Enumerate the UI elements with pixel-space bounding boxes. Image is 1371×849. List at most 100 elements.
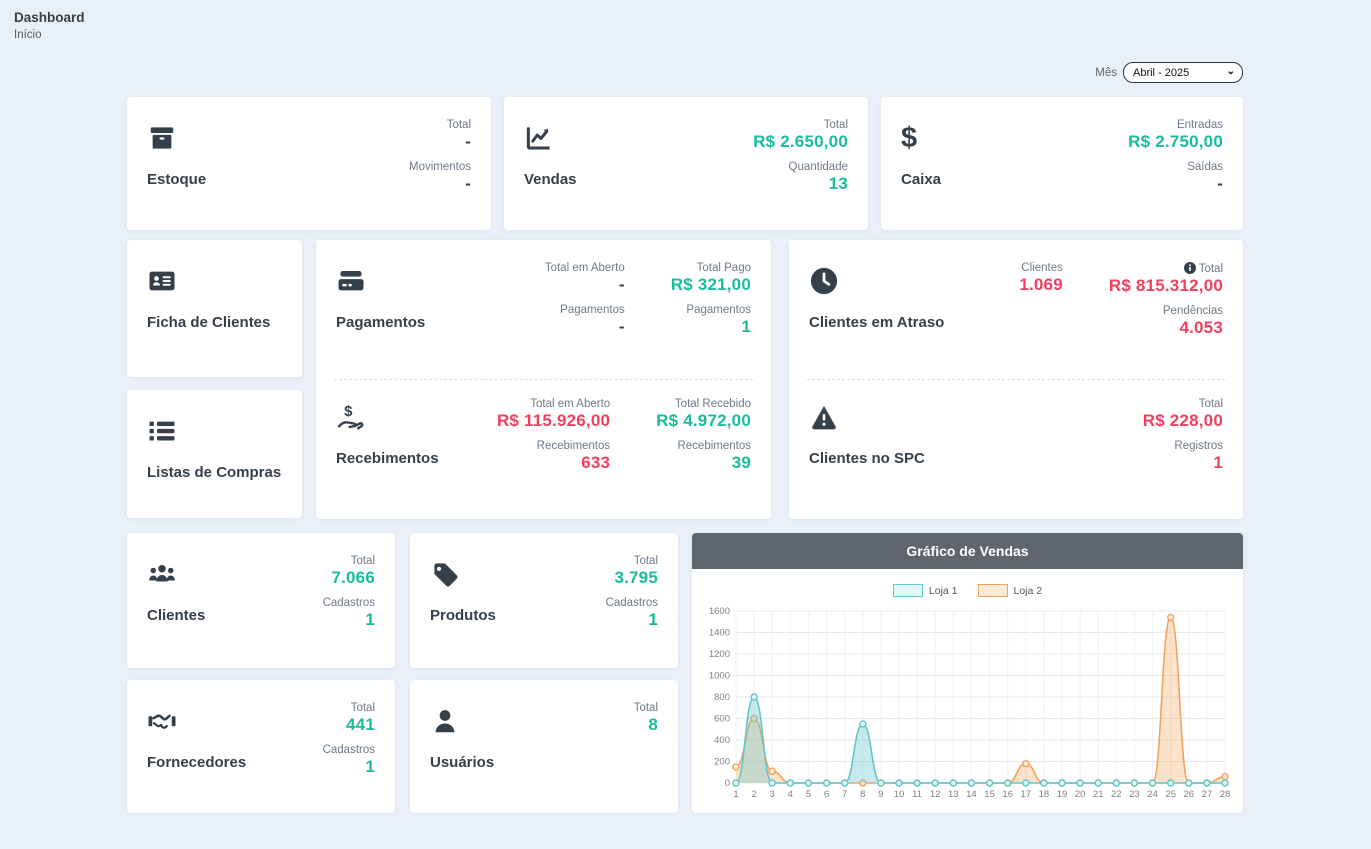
handshake-icon xyxy=(147,706,179,738)
svg-text:4: 4 xyxy=(788,789,793,800)
stat-estoque-total: Total - xyxy=(409,119,471,152)
chart-line-icon xyxy=(524,123,556,155)
box-icon xyxy=(147,123,179,155)
card-fornecedores[interactable]: Fornecedores Total 441 Cadastros 1 xyxy=(127,680,395,813)
stat-fornecedores-total: Total 441 xyxy=(323,702,375,735)
card-ficha-clientes[interactable]: Ficha de Clientes xyxy=(127,240,302,377)
svg-text:15: 15 xyxy=(984,789,995,800)
dollar-icon: $ xyxy=(901,123,933,155)
stat-spc-registros: Registros 1 xyxy=(1143,440,1223,473)
card-title: Vendas xyxy=(524,171,577,188)
card-produtos[interactable]: Produtos Total 3.795 Cadastros 1 xyxy=(410,533,678,668)
card-clientes[interactable]: Clientes Total 7.066 Cadastros 1 xyxy=(127,533,395,668)
card-title: Clientes xyxy=(147,607,205,624)
info-icon[interactable] xyxy=(1184,263,1199,275)
sales-chart-card: Gráfico de Vendas Loja 1 Loja 2 02004006… xyxy=(692,533,1243,813)
users-icon xyxy=(147,559,179,591)
svg-text:22: 22 xyxy=(1111,789,1122,800)
card-vendas[interactable]: Vendas Total R$ 2.650,00 Quantidade 13 xyxy=(504,97,868,230)
stat-atraso-total: Total R$ 815.312,00 xyxy=(1109,262,1223,296)
svg-text:28: 28 xyxy=(1220,789,1231,800)
user-icon xyxy=(430,706,462,738)
svg-text:3: 3 xyxy=(770,789,775,800)
chart-legend: Loja 1 Loja 2 xyxy=(692,584,1243,597)
card-pagamentos-recebimentos[interactable]: Pagamentos Total em Aberto - Pagamentos … xyxy=(316,240,771,519)
stat-clientes-total: Total 7.066 xyxy=(323,555,375,588)
stat-usuarios-total: Total 8 xyxy=(634,702,658,735)
svg-text:5: 5 xyxy=(806,789,811,800)
legend-item-loja1[interactable]: Loja 1 xyxy=(893,584,958,597)
svg-text:18: 18 xyxy=(1039,789,1050,800)
svg-text:10: 10 xyxy=(894,789,905,800)
stat-recebimentos-qtd-recebido: Recebimentos 39 xyxy=(656,440,751,473)
month-select[interactable]: Abril - 2025 xyxy=(1123,62,1243,83)
svg-text:800: 800 xyxy=(714,692,730,703)
card-title: Produtos xyxy=(430,607,496,624)
sales-chart-title: Gráfico de Vendas xyxy=(692,533,1243,569)
card-title: Caixa xyxy=(901,171,941,188)
stat-vendas-quantidade: Quantidade 13 xyxy=(753,161,848,194)
card-title: Pagamentos xyxy=(336,314,425,331)
credit-card-icon xyxy=(336,266,368,298)
svg-text:21: 21 xyxy=(1093,789,1104,800)
stat-recebimentos-qtd-aberto: Recebimentos 633 xyxy=(497,440,610,473)
card-usuarios[interactable]: Usuários Total 8 xyxy=(410,680,678,813)
svg-text:400: 400 xyxy=(714,735,730,746)
svg-text:9: 9 xyxy=(878,789,883,800)
svg-text:1000: 1000 xyxy=(709,671,730,682)
stat-atraso-clientes: Clientes 1.069 xyxy=(1019,262,1063,295)
legend-swatch-loja1 xyxy=(893,584,923,597)
svg-text:1200: 1200 xyxy=(709,649,730,660)
stat-pagamentos-qtd-pago: Pagamentos 1 xyxy=(671,304,751,337)
svg-text:2: 2 xyxy=(751,789,756,800)
svg-text:25: 25 xyxy=(1165,789,1176,800)
svg-text:8: 8 xyxy=(860,789,865,800)
stat-pagamentos-total-aberto: Total em Aberto - xyxy=(545,262,625,295)
card-estoque[interactable]: Estoque Total - Movimentos - xyxy=(127,97,491,230)
card-title: Fornecedores xyxy=(147,754,246,771)
stat-pagamentos-qtd-aberto: Pagamentos - xyxy=(545,304,625,337)
svg-text:200: 200 xyxy=(714,757,730,768)
clock-icon xyxy=(809,266,841,298)
card-title: Clientes no SPC xyxy=(809,450,925,467)
legend-item-loja2[interactable]: Loja 2 xyxy=(978,584,1043,597)
page-title: Dashboard xyxy=(14,10,85,25)
card-title: Ficha de Clientes xyxy=(147,314,270,331)
card-caixa[interactable]: $ Caixa Entradas R$ 2.750,00 Saídas - xyxy=(881,97,1243,230)
svg-text:26: 26 xyxy=(1184,789,1195,800)
month-filter: Mês Abril - 2025 ⌄ xyxy=(1095,62,1243,83)
tag-icon xyxy=(430,559,462,591)
svg-text:6: 6 xyxy=(824,789,829,800)
svg-text:7: 7 xyxy=(842,789,847,800)
card-atraso-spc[interactable]: Clientes em Atraso Clientes 1.069 Total … xyxy=(789,240,1243,519)
svg-text:14: 14 xyxy=(966,789,977,800)
svg-text:600: 600 xyxy=(714,714,730,725)
stat-atraso-pendencias: Pendências 4.053 xyxy=(1109,305,1223,338)
card-title: Recebimentos xyxy=(336,450,439,467)
list-icon xyxy=(147,416,179,448)
month-filter-label: Mês xyxy=(1095,67,1117,79)
stat-caixa-saidas: Saídas - xyxy=(1128,161,1223,194)
stat-recebimentos-total-recebido: Total Recebido R$ 4.972,00 xyxy=(656,398,751,431)
hand-holding-dollar-icon: $ xyxy=(336,402,368,434)
stat-clientes-cadastros: Cadastros 1 xyxy=(323,597,375,630)
stat-recebimentos-total-aberto: Total em Aberto R$ 115.926,00 xyxy=(497,398,610,431)
card-title: Estoque xyxy=(147,171,206,188)
svg-text:1600: 1600 xyxy=(709,606,730,617)
svg-text:17: 17 xyxy=(1021,789,1032,800)
stat-caixa-entradas: Entradas R$ 2.750,00 xyxy=(1128,119,1223,152)
svg-text:27: 27 xyxy=(1202,789,1213,800)
stat-produtos-total: Total 3.795 xyxy=(606,555,658,588)
card-title: Usuários xyxy=(430,754,494,771)
card-title: Clientes em Atraso xyxy=(809,314,944,331)
svg-text:19: 19 xyxy=(1057,789,1068,800)
breadcrumb[interactable]: Início xyxy=(14,29,42,41)
svg-text:16: 16 xyxy=(1002,789,1013,800)
svg-text:11: 11 xyxy=(912,789,922,800)
legend-swatch-loja2 xyxy=(978,584,1008,597)
svg-text:$: $ xyxy=(344,403,353,420)
stat-fornecedores-cadastros: Cadastros 1 xyxy=(323,744,375,777)
svg-text:23: 23 xyxy=(1129,789,1140,800)
stat-estoque-movimentos: Movimentos - xyxy=(409,161,471,194)
card-listas-compras[interactable]: Listas de Compras xyxy=(127,390,302,518)
